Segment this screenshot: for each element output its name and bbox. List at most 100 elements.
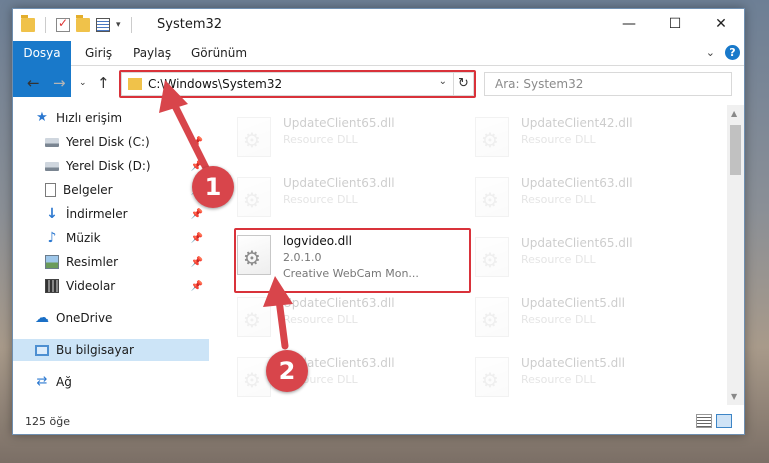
close-button[interactable]: ✕ (698, 9, 744, 39)
scroll-down-icon[interactable]: ▼ (731, 392, 737, 401)
nav-item-downloads[interactable]: ↓ İndirmeler 📌 (13, 203, 209, 225)
caption-buttons: — ☐ ✕ (606, 9, 744, 39)
scroll-up-icon[interactable]: ▲ (731, 109, 737, 118)
file-description: Resource DLL (521, 253, 596, 266)
file-name: UpdateClient5.dll (521, 356, 625, 370)
disk-icon (45, 137, 59, 147)
nav-item-label: Yerel Disk (D:) (66, 159, 151, 173)
nav-item-pictures[interactable]: Resimler 📌 (13, 251, 209, 273)
maximize-button[interactable]: ☐ (652, 9, 698, 39)
nav-item-label: Bu bilgisayar (56, 343, 134, 357)
file-explorer-window: ▾ System32 — ☐ ✕ Dosya Giriş Paylaş Görü… (12, 8, 745, 435)
new-folder-icon[interactable] (76, 15, 90, 32)
tab-share[interactable]: Paylaş (123, 41, 181, 65)
search-input[interactable]: Ara: System32 (484, 72, 732, 96)
dll-file-icon: ⚙ (475, 177, 509, 217)
file-item[interactable]: ⚙ UpdateClient65.dll Resource DLL (233, 111, 458, 167)
dll-file-icon: ⚙ (475, 237, 509, 277)
pictures-icon (45, 255, 59, 269)
ribbon-help-area: ⌄ ? (706, 45, 740, 60)
back-arrow-icon[interactable]: ← (27, 74, 40, 92)
nav-item-local-disk-d[interactable]: Yerel Disk (D:) 📌 (13, 155, 209, 177)
step-2-badge: 2 (266, 350, 308, 392)
network-icon: ⇄ (36, 374, 48, 389)
dll-file-icon: ⚙ (237, 177, 271, 217)
file-item[interactable]: ⚙ UpdateClient65.dll Resource DLL (471, 231, 696, 287)
nav-item-videos[interactable]: Videolar 📌 (13, 275, 209, 297)
address-bar-row: ← → ⌄ ↑ C:\Windows\System32 ⌄ ↻ Ara: Sys… (13, 67, 744, 101)
nav-item-quick-access[interactable]: ★ Hızlı erişim (13, 107, 209, 129)
nav-item-label: Hızlı erişim (56, 111, 123, 125)
file-item[interactable]: ⚙ UpdateClient63.dll Resource DLL (471, 171, 696, 227)
gear-icon: ⚙ (481, 248, 499, 272)
file-item[interactable]: ⚙ UpdateClient5.dll Resource DLL (471, 351, 696, 405)
nav-item-documents[interactable]: Belgeler 📌 (13, 179, 209, 201)
file-description: Resource DLL (283, 313, 358, 326)
disk-icon (45, 161, 59, 171)
gear-icon: ⚙ (481, 368, 499, 392)
file-item[interactable]: ⚙ UpdateClient5.dll Resource DLL (471, 291, 696, 347)
pin-icon: 📌 (190, 136, 203, 148)
file-description: Resource DLL (521, 133, 596, 146)
file-description: Resource DLL (283, 193, 358, 206)
cloud-icon: ☁ (35, 310, 49, 326)
file-description: Resource DLL (521, 193, 596, 206)
video-icon (45, 279, 59, 293)
file-item[interactable]: ⚙ UpdateClient63.dll Resource DLL (233, 171, 458, 227)
toolbar-divider (45, 17, 46, 33)
nav-item-label: Ağ (56, 375, 72, 389)
pin-icon: 📌 (190, 232, 203, 244)
dll-file-icon: ⚙ (475, 297, 509, 337)
tiles-view-icon[interactable] (716, 414, 732, 428)
nav-item-onedrive[interactable]: ☁ OneDrive (13, 307, 209, 329)
file-item[interactable]: ⚙ UpdateClient42.dll Resource DLL (471, 111, 696, 167)
nav-item-label: OneDrive (56, 311, 113, 325)
nav-item-local-disk-c[interactable]: Yerel Disk (C:) 📌 (13, 131, 209, 153)
nav-item-this-pc[interactable]: Bu bilgisayar (13, 339, 209, 361)
dll-file-icon: ⚙ (475, 117, 509, 157)
customize-toolbar-chevron-icon[interactable]: ▾ (116, 20, 121, 30)
properties-icon[interactable] (56, 16, 70, 32)
help-icon[interactable]: ? (725, 45, 740, 60)
file-item[interactable]: ⚙ UpdateClient63.dll Resource DLL (233, 291, 458, 347)
star-icon: ★ (36, 110, 48, 125)
file-name: UpdateClient42.dll (521, 116, 633, 130)
file-item-logvideo[interactable]: ⚙ logvideo.dll 2.0.1.0 Creative WebCam M… (233, 229, 458, 285)
address-path[interactable]: C:\Windows\System32 (148, 77, 282, 91)
recent-locations-chevron-icon[interactable]: ⌄ (79, 78, 87, 88)
address-dropdown-chevron-icon[interactable]: ⌄ (439, 76, 447, 87)
file-description: Resource DLL (521, 313, 596, 326)
nav-item-music[interactable]: ♪ Müzik 📌 (13, 227, 209, 249)
view-icon[interactable] (96, 18, 110, 32)
toolbar-divider (130, 17, 132, 33)
nav-item-label: Belgeler (63, 183, 113, 197)
nav-item-label: İndirmeler (66, 207, 128, 221)
status-bar: 125 öğe (13, 409, 744, 434)
nav-item-label: Müzik (66, 231, 101, 245)
ribbon-tabs: Dosya Giriş Paylaş Görünüm ⌄ ? (13, 41, 744, 97)
refresh-button[interactable]: ↻ (454, 72, 474, 96)
file-version: 2.0.1.0 (283, 251, 322, 264)
music-icon: ♪ (47, 230, 57, 246)
minimize-button[interactable]: — (606, 9, 652, 39)
gear-icon: ⚙ (481, 128, 499, 152)
navigation-pane: ★ Hızlı erişim Yerel Disk (C:) 📌 Yerel D… (13, 105, 209, 405)
folder-icon[interactable] (21, 15, 35, 32)
file-name: UpdateClient63.dll (521, 176, 633, 190)
pin-icon: 📌 (190, 280, 203, 292)
details-view-icon[interactable] (696, 414, 712, 428)
forward-arrow-icon[interactable]: → (53, 74, 66, 92)
nav-item-network[interactable]: ⇄ Ağ (13, 371, 209, 393)
computer-icon (35, 344, 49, 356)
dll-file-icon: ⚙ (475, 357, 509, 397)
tab-home[interactable]: Giriş (75, 41, 122, 65)
file-name: logvideo.dll (283, 234, 352, 248)
address-bar[interactable]: C:\Windows\System32 ⌄ (121, 72, 454, 96)
quick-access-toolbar: ▾ (21, 15, 136, 33)
gear-icon: ⚙ (481, 308, 499, 332)
scrollbar-thumb[interactable] (730, 125, 741, 175)
tab-view[interactable]: Görünüm (181, 41, 257, 65)
up-arrow-icon[interactable]: ↑ (97, 74, 110, 92)
expand-ribbon-chevron-icon[interactable]: ⌄ (706, 46, 715, 59)
vertical-scrollbar[interactable]: ▲ ▼ (727, 105, 744, 405)
